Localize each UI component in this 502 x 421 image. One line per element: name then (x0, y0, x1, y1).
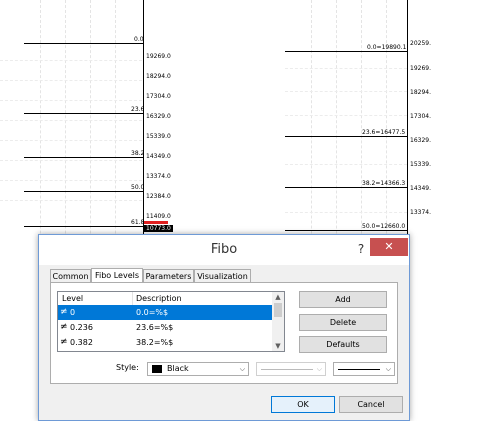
fibo-level-line[interactable] (285, 230, 407, 231)
ok-button-label: OK (297, 400, 309, 409)
cancel-button[interactable]: Cancel (339, 396, 403, 413)
fibo-level-line[interactable] (24, 113, 144, 114)
axis-tick-label: 11409.0 (146, 213, 171, 220)
grid-line (285, 68, 407, 69)
table-row[interactable]: ≠ 0.236 23.6=%$ (58, 320, 272, 335)
scroll-down-icon[interactable]: ▼ (272, 341, 284, 351)
grid-line (285, 91, 407, 92)
fibo-dialog: Fibo ? ✕ Common Fibo Levels Parameters V… (38, 234, 410, 421)
axis-tick-label: 13374. (410, 209, 431, 216)
fibo-level-line[interactable] (285, 51, 407, 52)
tab-fibo-levels[interactable]: Fibo Levels (91, 268, 143, 283)
levels-table: Level Description ≠ 0 0.0=%$ ≠ 0.236 23.… (57, 291, 285, 352)
axis-tick-label: 12384.0 (146, 193, 171, 200)
axis-tick-label: 18294.0 (146, 73, 171, 80)
grid-line (0, 120, 142, 121)
fibo-level-label: 23.6=16477.5 (362, 129, 406, 136)
axis-tick-label: 14349. (410, 185, 431, 192)
column-header-level[interactable]: Level (62, 293, 83, 304)
tab-common[interactable]: Common (50, 269, 91, 282)
description-cell: 38.2=%$ (136, 338, 174, 347)
cancel-button-label: Cancel (357, 400, 385, 409)
color-select[interactable]: Black ⌵ (147, 362, 249, 376)
defaults-button-label: Defaults (326, 340, 360, 349)
line-style-select[interactable]: ⌵ (256, 362, 326, 376)
fibo-level-label: 38.2=14366.3 (362, 180, 406, 187)
grid-line (285, 212, 407, 213)
description-cell: 0.0=%$ (136, 308, 169, 317)
price-marker (144, 221, 168, 224)
fibo-level-label: 50.0=12660.0 (362, 223, 406, 230)
level-cell: 0.236 (70, 323, 93, 332)
color-select-value: Black (167, 364, 189, 373)
grid-line (0, 80, 142, 81)
grid-line (0, 140, 142, 141)
fibo-level-line[interactable] (285, 187, 407, 188)
chevron-down-icon: ⌵ (239, 365, 245, 373)
axis-tick-label: 17304. (410, 113, 431, 120)
grid-line (0, 180, 142, 181)
scroll-thumb[interactable] (274, 303, 282, 317)
color-swatch (152, 365, 162, 373)
help-button[interactable]: ? (353, 239, 369, 259)
grid-line (0, 200, 142, 201)
level-line-icon: ≠ (60, 307, 68, 317)
level-line-icon: ≠ (60, 337, 68, 347)
grid-line (0, 60, 142, 61)
level-line-icon: ≠ (60, 322, 68, 332)
ok-button[interactable]: OK (271, 396, 335, 413)
table-scrollbar[interactable]: ▲ ▼ (272, 292, 284, 351)
description-cell: 23.6=%$ (136, 323, 174, 332)
fibo-level-line[interactable] (24, 226, 144, 227)
grid-line (285, 164, 407, 165)
line-width-sample (338, 369, 380, 370)
axis-tick-label: 13374.0 (146, 173, 171, 180)
axis-tick-label: 19269.0 (146, 53, 171, 60)
axis-tick-label: 14349.0 (146, 153, 171, 160)
axis-tick-label: 20259. (410, 40, 431, 47)
chevron-down-icon: ⌵ (385, 365, 391, 373)
table-row[interactable]: ≠ 0 0.0=%$ (58, 305, 272, 320)
delete-button-label: Delete (329, 318, 357, 327)
table-header: Level Description (58, 292, 272, 305)
defaults-button[interactable]: Defaults (299, 336, 387, 353)
axis-tick-label: 16329.0 (146, 113, 171, 120)
fibo-level-line[interactable] (24, 157, 144, 158)
level-cell: 0 (70, 308, 76, 317)
grid-line (0, 160, 142, 161)
axis-tick-label: 16329. (410, 137, 431, 144)
grid-line (285, 115, 407, 116)
fibo-level-label: 0.0=19890.1 (367, 44, 407, 51)
level-cell: 0.382 (70, 338, 93, 347)
style-label: Style: (116, 363, 139, 372)
chevron-down-icon: ⌵ (316, 365, 322, 373)
column-header-description[interactable]: Description (136, 293, 182, 304)
close-button[interactable]: ✕ (370, 238, 408, 256)
axis-tick-label: 15339.0 (146, 133, 171, 140)
axis-tick-label: 15339. (410, 161, 431, 168)
line-style-sample (261, 369, 313, 370)
line-width-select[interactable]: ⌵ (333, 362, 395, 376)
add-button-label: Add (335, 295, 351, 304)
column-separator[interactable] (132, 292, 133, 305)
scroll-up-icon[interactable]: ▲ (272, 292, 284, 302)
fibo-level-line[interactable] (24, 43, 144, 44)
add-button[interactable]: Add (299, 291, 387, 308)
tab-visualization[interactable]: Visualization (194, 269, 251, 282)
fibo-levels-panel: Level Description ≠ 0 0.0=%$ ≠ 0.236 23.… (50, 282, 398, 384)
grid-line (0, 100, 142, 101)
dialog-titlebar[interactable]: Fibo ? ✕ (39, 235, 409, 265)
fibo-level-line[interactable] (24, 191, 144, 192)
axis-tick-label: 18294. (410, 89, 431, 96)
table-row[interactable]: ≠ 0.382 38.2=%$ (58, 335, 272, 350)
current-price-badge: 10773.0 (144, 225, 173, 232)
fibo-level-line[interactable] (285, 136, 407, 137)
tab-parameters[interactable]: Parameters (143, 269, 194, 282)
axis-tick-label: 17304.0 (146, 93, 171, 100)
delete-button[interactable]: Delete (299, 314, 387, 331)
axis-tick-label: 19269. (410, 65, 431, 72)
